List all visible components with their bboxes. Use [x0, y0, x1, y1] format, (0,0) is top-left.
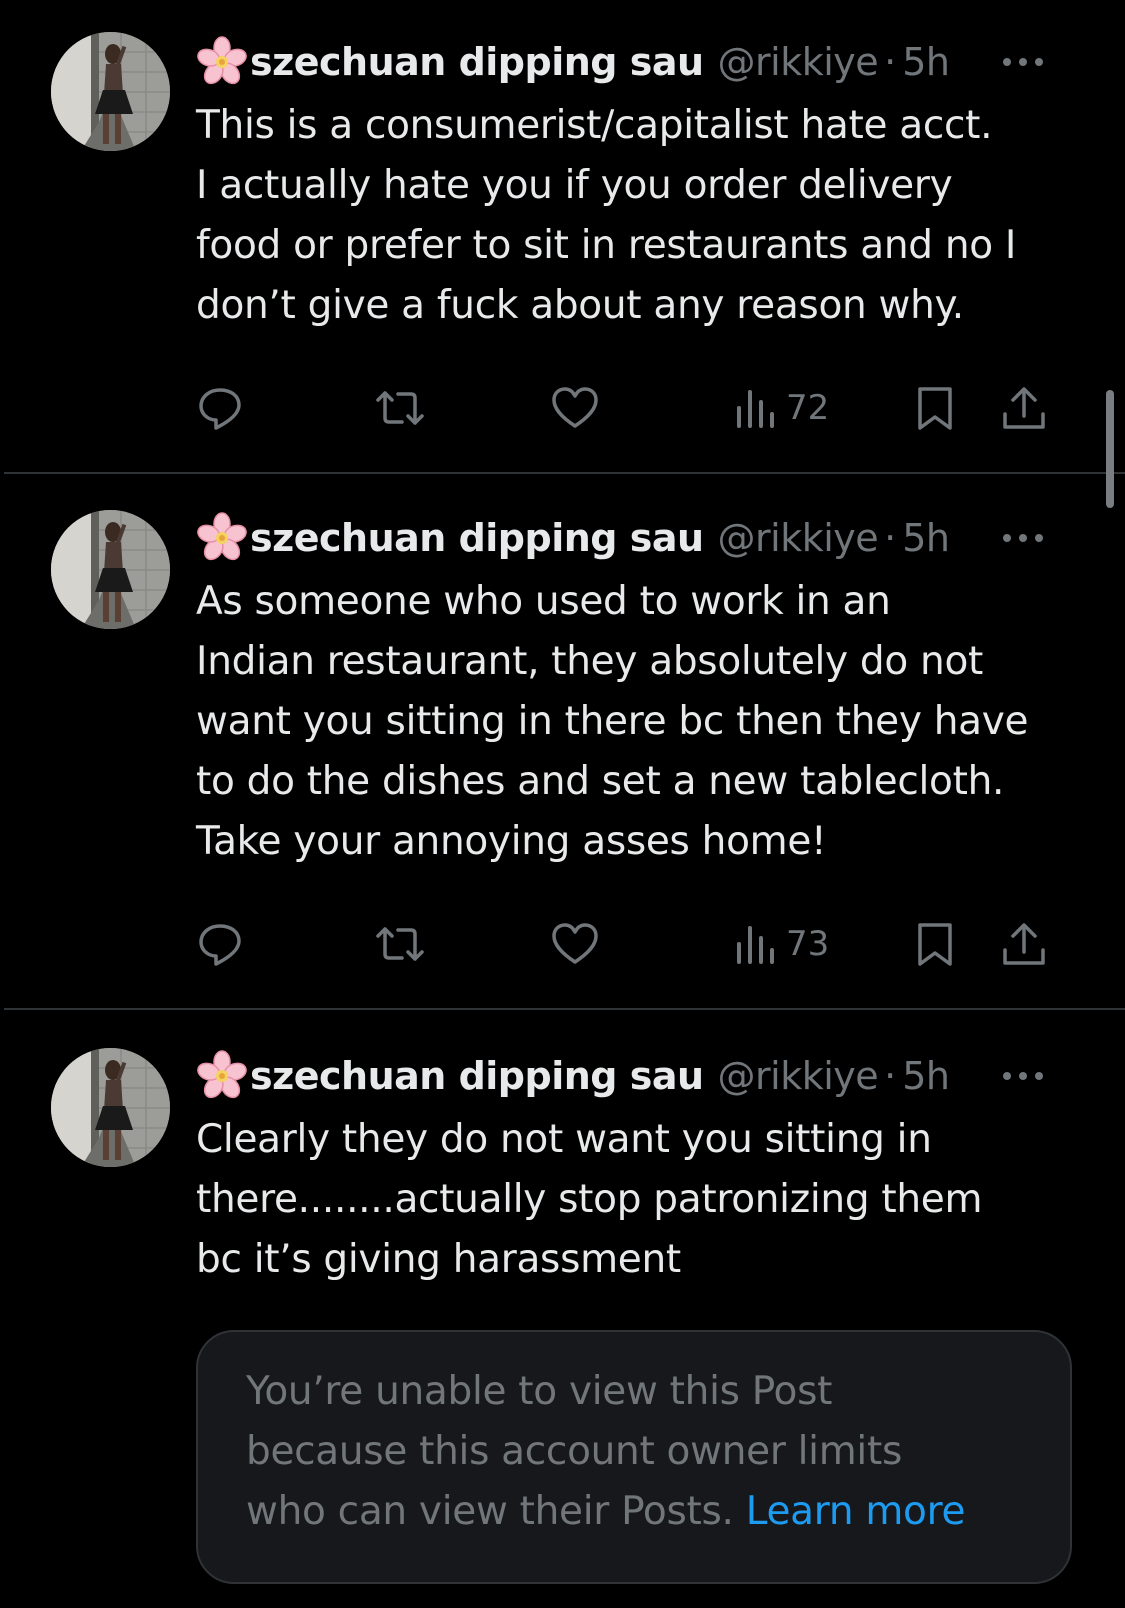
repost-button[interactable]	[372, 914, 428, 974]
views-button[interactable]: 73	[734, 914, 829, 974]
tweet-text: Clearly they do not want you sitting in …	[196, 1110, 1086, 1290]
share-icon	[1003, 923, 1045, 965]
cherry-blossom-icon	[196, 1050, 248, 1102]
heart-icon	[552, 923, 598, 964]
views-count: 73	[786, 924, 830, 964]
notice-line: who can view their Posts. Learn more	[246, 1482, 965, 1542]
reply-button[interactable]	[196, 914, 244, 974]
tweet-text-line: to do the dishes and set a new tableclot…	[196, 759, 1005, 804]
tweet-text-line: food or prefer to sit in restaurants and…	[196, 223, 1017, 268]
tweet-header: szechuan dipping sau @rikkiye · 5h	[196, 32, 1076, 92]
more-icon[interactable]	[998, 526, 1048, 550]
tweet-text-line: want you sitting in there bc then they h…	[196, 699, 1029, 744]
avatar[interactable]	[51, 1048, 170, 1167]
learn-more-link[interactable]: Learn more	[746, 1489, 966, 1534]
views-count: 72	[786, 388, 830, 428]
unavailable-post-notice: You’re unable to view this Post because …	[196, 1330, 1072, 1584]
separator: ·	[884, 1054, 897, 1098]
views-icon	[737, 926, 774, 964]
bookmark-icon	[918, 387, 952, 430]
scrollbar[interactable]	[1106, 390, 1114, 508]
repost-icon	[376, 391, 424, 425]
avatar[interactable]	[51, 32, 170, 151]
bookmark-button[interactable]	[914, 914, 956, 974]
more-icon[interactable]	[998, 50, 1048, 74]
repost-button[interactable]	[372, 378, 428, 438]
tweet-text-line: This is a consumerist/capitalist hate ac…	[196, 103, 993, 148]
reply-icon	[199, 924, 241, 966]
cherry-blossom-icon	[196, 36, 248, 88]
notice-line: You’re unable to view this Post	[246, 1369, 833, 1414]
bookmark-button[interactable]	[914, 378, 956, 438]
reply-icon	[199, 388, 241, 430]
user-handle[interactable]: @rikkiye	[718, 32, 879, 92]
notice-text: You’re unable to view this Post because …	[246, 1362, 965, 1542]
tweet-header: szechuan dipping sau @rikkiye · 5h	[196, 1046, 1076, 1106]
tweet-text: This is a consumerist/capitalist hate ac…	[196, 96, 1086, 336]
tweet-text-line: Indian restaurant, they absolutely do no…	[196, 639, 984, 684]
cherry-blossom-icon	[196, 512, 248, 564]
share-button[interactable]	[1000, 914, 1048, 974]
user-handle[interactable]: @rikkiye	[718, 508, 879, 568]
user-handle[interactable]: @rikkiye	[718, 1046, 879, 1106]
tweet-divider	[4, 1008, 1125, 1010]
display-name[interactable]: szechuan dipping sau	[250, 32, 704, 92]
share-button[interactable]	[1000, 378, 1048, 438]
separator: ·	[884, 516, 897, 560]
tweet-text: As someone who used to work in an Indian…	[196, 572, 1086, 872]
tweet-text-line: there........actually stop patronizing t…	[196, 1177, 983, 1222]
tweet-text-line: Take your annoying asses home!	[196, 819, 827, 864]
tweet-text-line: don’t give a fuck about any reason why.	[196, 283, 964, 328]
more-icon[interactable]	[998, 1064, 1048, 1088]
tweet-text-line: I actually hate you if you order deliver…	[196, 163, 953, 208]
avatar[interactable]	[51, 510, 170, 629]
separator: ·	[884, 40, 897, 84]
tweet-header: szechuan dipping sau @rikkiye · 5h	[196, 508, 1076, 568]
views-button[interactable]: 72	[734, 378, 829, 438]
tweet-divider	[4, 472, 1125, 474]
display-name[interactable]: szechuan dipping sau	[250, 1046, 704, 1106]
timestamp[interactable]: 5h	[902, 1046, 950, 1106]
views-icon	[737, 390, 774, 428]
display-name[interactable]: szechuan dipping sau	[250, 508, 704, 568]
like-button[interactable]	[550, 914, 600, 974]
tweet-text-line: bc it’s giving harassment	[196, 1237, 681, 1282]
share-icon	[1003, 387, 1045, 429]
reply-button[interactable]	[196, 378, 244, 438]
timestamp[interactable]: 5h	[902, 32, 950, 92]
action-bar: 72	[196, 378, 1076, 438]
like-button[interactable]	[550, 378, 600, 438]
tweet-text-line: As someone who used to work in an	[196, 579, 891, 624]
action-bar: 73	[196, 914, 1076, 974]
timestamp[interactable]: 5h	[902, 508, 950, 568]
tweet-text-line: Clearly they do not want you sitting in	[196, 1117, 932, 1162]
heart-icon	[552, 387, 598, 428]
notice-line: because this account owner limits	[246, 1429, 902, 1474]
bookmark-icon	[918, 923, 952, 966]
notice-line-text: who can view their Posts.	[246, 1489, 734, 1534]
repost-icon	[376, 927, 424, 961]
